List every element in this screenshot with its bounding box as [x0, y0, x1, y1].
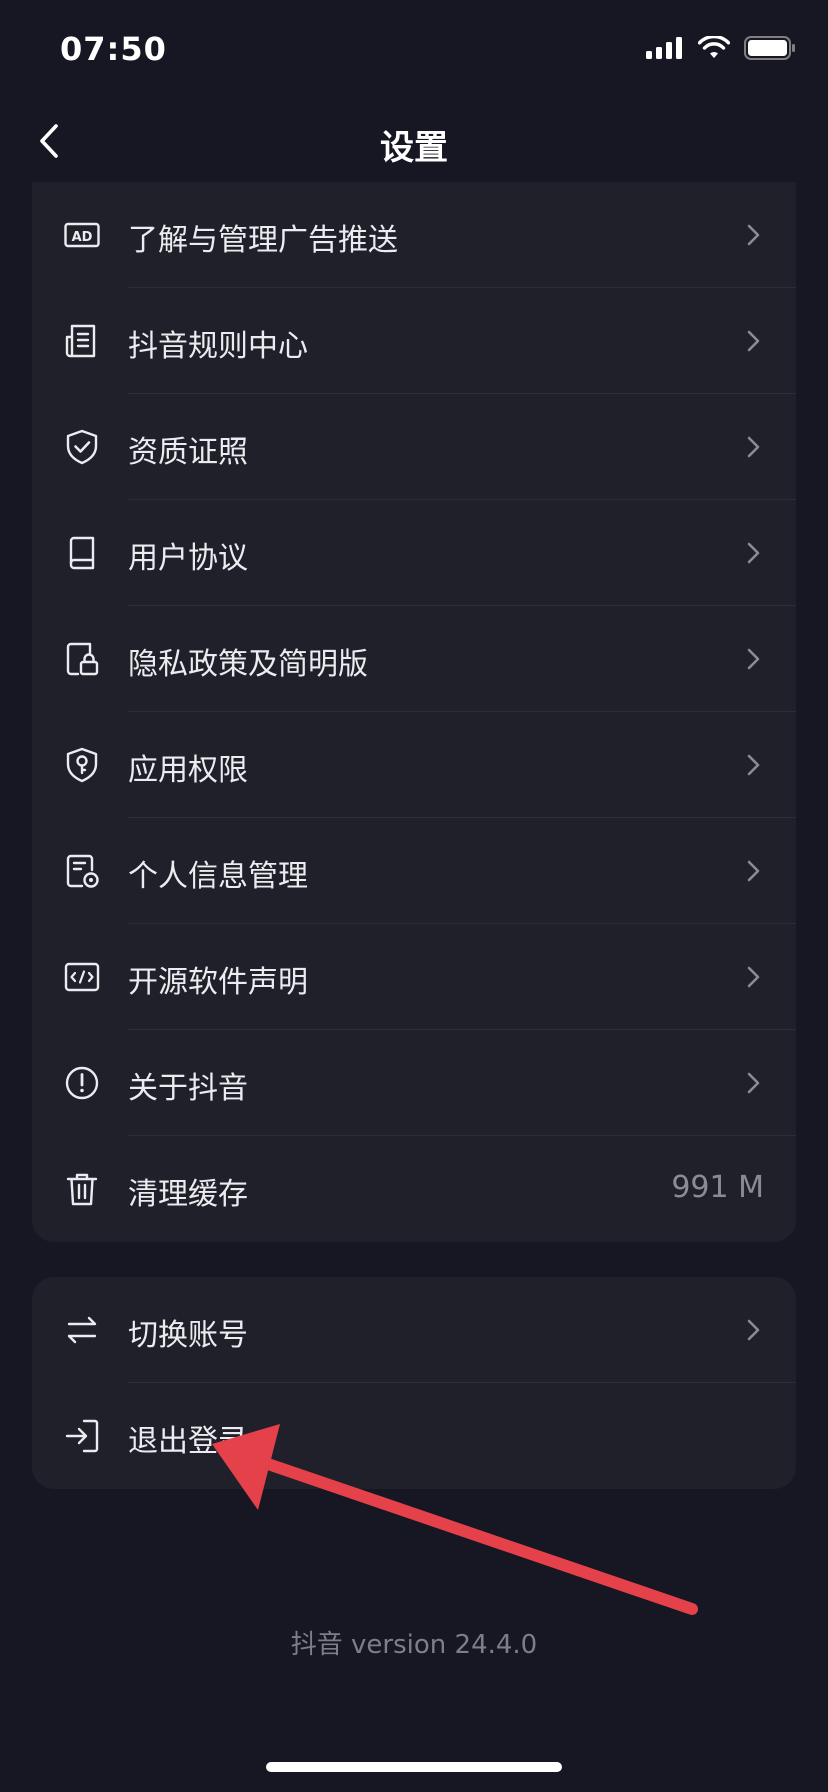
logout-icon: [65, 1419, 99, 1453]
shield-check-icon: [66, 429, 98, 465]
settings-list: AD 了解与管理广告推送 抖音规则中心 资质证照 用户协议 隐私政策及简明版 应…: [32, 182, 796, 1242]
chevron-right-icon: [747, 966, 760, 988]
settings-item-personal-info[interactable]: 个人信息管理: [32, 818, 796, 924]
settings-item-logout[interactable]: 退出登录: [32, 1383, 796, 1489]
switch-arrows-icon: [67, 1316, 97, 1344]
wifi-icon: [698, 36, 730, 58]
privacy-lock-icon: [66, 642, 99, 676]
chevron-right-icon: [747, 436, 760, 458]
settings-item-label: 了解与管理广告推送: [128, 223, 398, 258]
settings-item-label: 关于抖音: [128, 1071, 248, 1106]
settings-item-label: 清理缓存: [128, 1177, 248, 1212]
status-bar: 07:50: [0, 0, 828, 100]
settings-item-label: 隐私政策及简明版: [128, 647, 368, 682]
book-icon: [69, 536, 95, 570]
settings-item-about[interactable]: 关于抖音: [32, 1030, 796, 1136]
battery-icon: [744, 36, 795, 60]
page-title: 设置: [380, 128, 448, 168]
settings-item-label: 切换账号: [128, 1318, 248, 1353]
chevron-right-icon: [747, 542, 760, 564]
settings-item-label: 抖音规则中心: [128, 329, 308, 364]
settings-item-label: 个人信息管理: [128, 859, 308, 894]
chevron-right-icon: [747, 330, 760, 352]
settings-item-label: 退出登录: [128, 1424, 248, 1459]
trash-icon: [66, 1173, 98, 1206]
account-actions-list: 切换账号 退出登录: [32, 1277, 796, 1489]
chevron-right-icon: [747, 224, 760, 246]
home-indicator: [266, 1762, 562, 1772]
chevron-right-icon: [747, 1072, 760, 1094]
document-settings-icon: [66, 854, 99, 888]
ad-icon: AD: [64, 222, 100, 248]
settings-item-label: 资质证照: [128, 435, 248, 470]
settings-item-label: 应用权限: [128, 753, 248, 788]
document-list-icon: [65, 324, 96, 358]
settings-item-user-agreement[interactable]: 用户协议: [32, 500, 796, 606]
settings-item-rules-center[interactable]: 抖音规则中心: [32, 288, 796, 394]
settings-item-ad-management[interactable]: AD 了解与管理广告推送: [32, 182, 796, 288]
chevron-right-icon: [747, 860, 760, 882]
chevron-right-icon: [747, 754, 760, 776]
settings-item-switch-account[interactable]: 切换账号: [32, 1277, 796, 1383]
info-circle-icon: [65, 1066, 99, 1100]
status-time: 07:50: [60, 30, 167, 68]
nav-bar: 设置: [0, 100, 828, 182]
status-icons: [646, 36, 796, 60]
settings-item-label: 开源软件声明: [128, 965, 308, 1000]
shield-key-icon: [66, 747, 98, 783]
settings-item-label: 用户协议: [128, 541, 248, 576]
settings-item-open-source[interactable]: 开源软件声明: [32, 924, 796, 1030]
settings-item-privacy-policy[interactable]: 隐私政策及简明版: [32, 606, 796, 712]
settings-item-app-permissions[interactable]: 应用权限: [32, 712, 796, 818]
settings-item-qualifications[interactable]: 资质证照: [32, 394, 796, 500]
cellular-signal-icon: [646, 37, 682, 59]
code-icon: [64, 962, 100, 992]
cache-size-value: 991 M: [671, 1170, 764, 1205]
svg-text:AD: AD: [72, 230, 93, 245]
chevron-right-icon: [747, 1319, 760, 1341]
app-version-text: 抖音 version 24.4.0: [290, 1630, 538, 1660]
chevron-right-icon: [747, 648, 760, 670]
settings-item-clear-cache[interactable]: 清理缓存 991 M: [32, 1136, 796, 1242]
